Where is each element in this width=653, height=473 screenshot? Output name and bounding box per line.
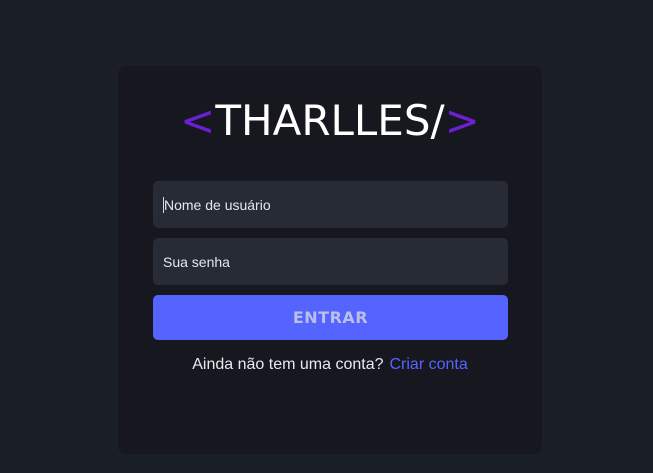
logo-open-bracket: < <box>180 96 216 145</box>
username-placeholder: Nome de usuário <box>164 196 271 213</box>
login-card: <THARLLES/> Nome de usuário Sua senha EN… <box>118 66 542 454</box>
username-input[interactable]: Nome de usuário <box>153 181 508 228</box>
logo: <THARLLES/> <box>118 96 542 146</box>
logo-name: THARLLES/ <box>215 96 445 145</box>
login-button[interactable]: ENTRAR <box>153 295 508 340</box>
password-input[interactable]: Sua senha <box>153 238 508 285</box>
create-account-link[interactable]: Criar conta <box>389 356 467 373</box>
signup-question: Ainda não tem uma conta? <box>192 356 384 373</box>
signup-prompt: Ainda não tem uma conta? Criar conta <box>118 355 542 375</box>
logo-close-bracket: > <box>444 96 480 145</box>
password-placeholder: Sua senha <box>163 253 230 270</box>
